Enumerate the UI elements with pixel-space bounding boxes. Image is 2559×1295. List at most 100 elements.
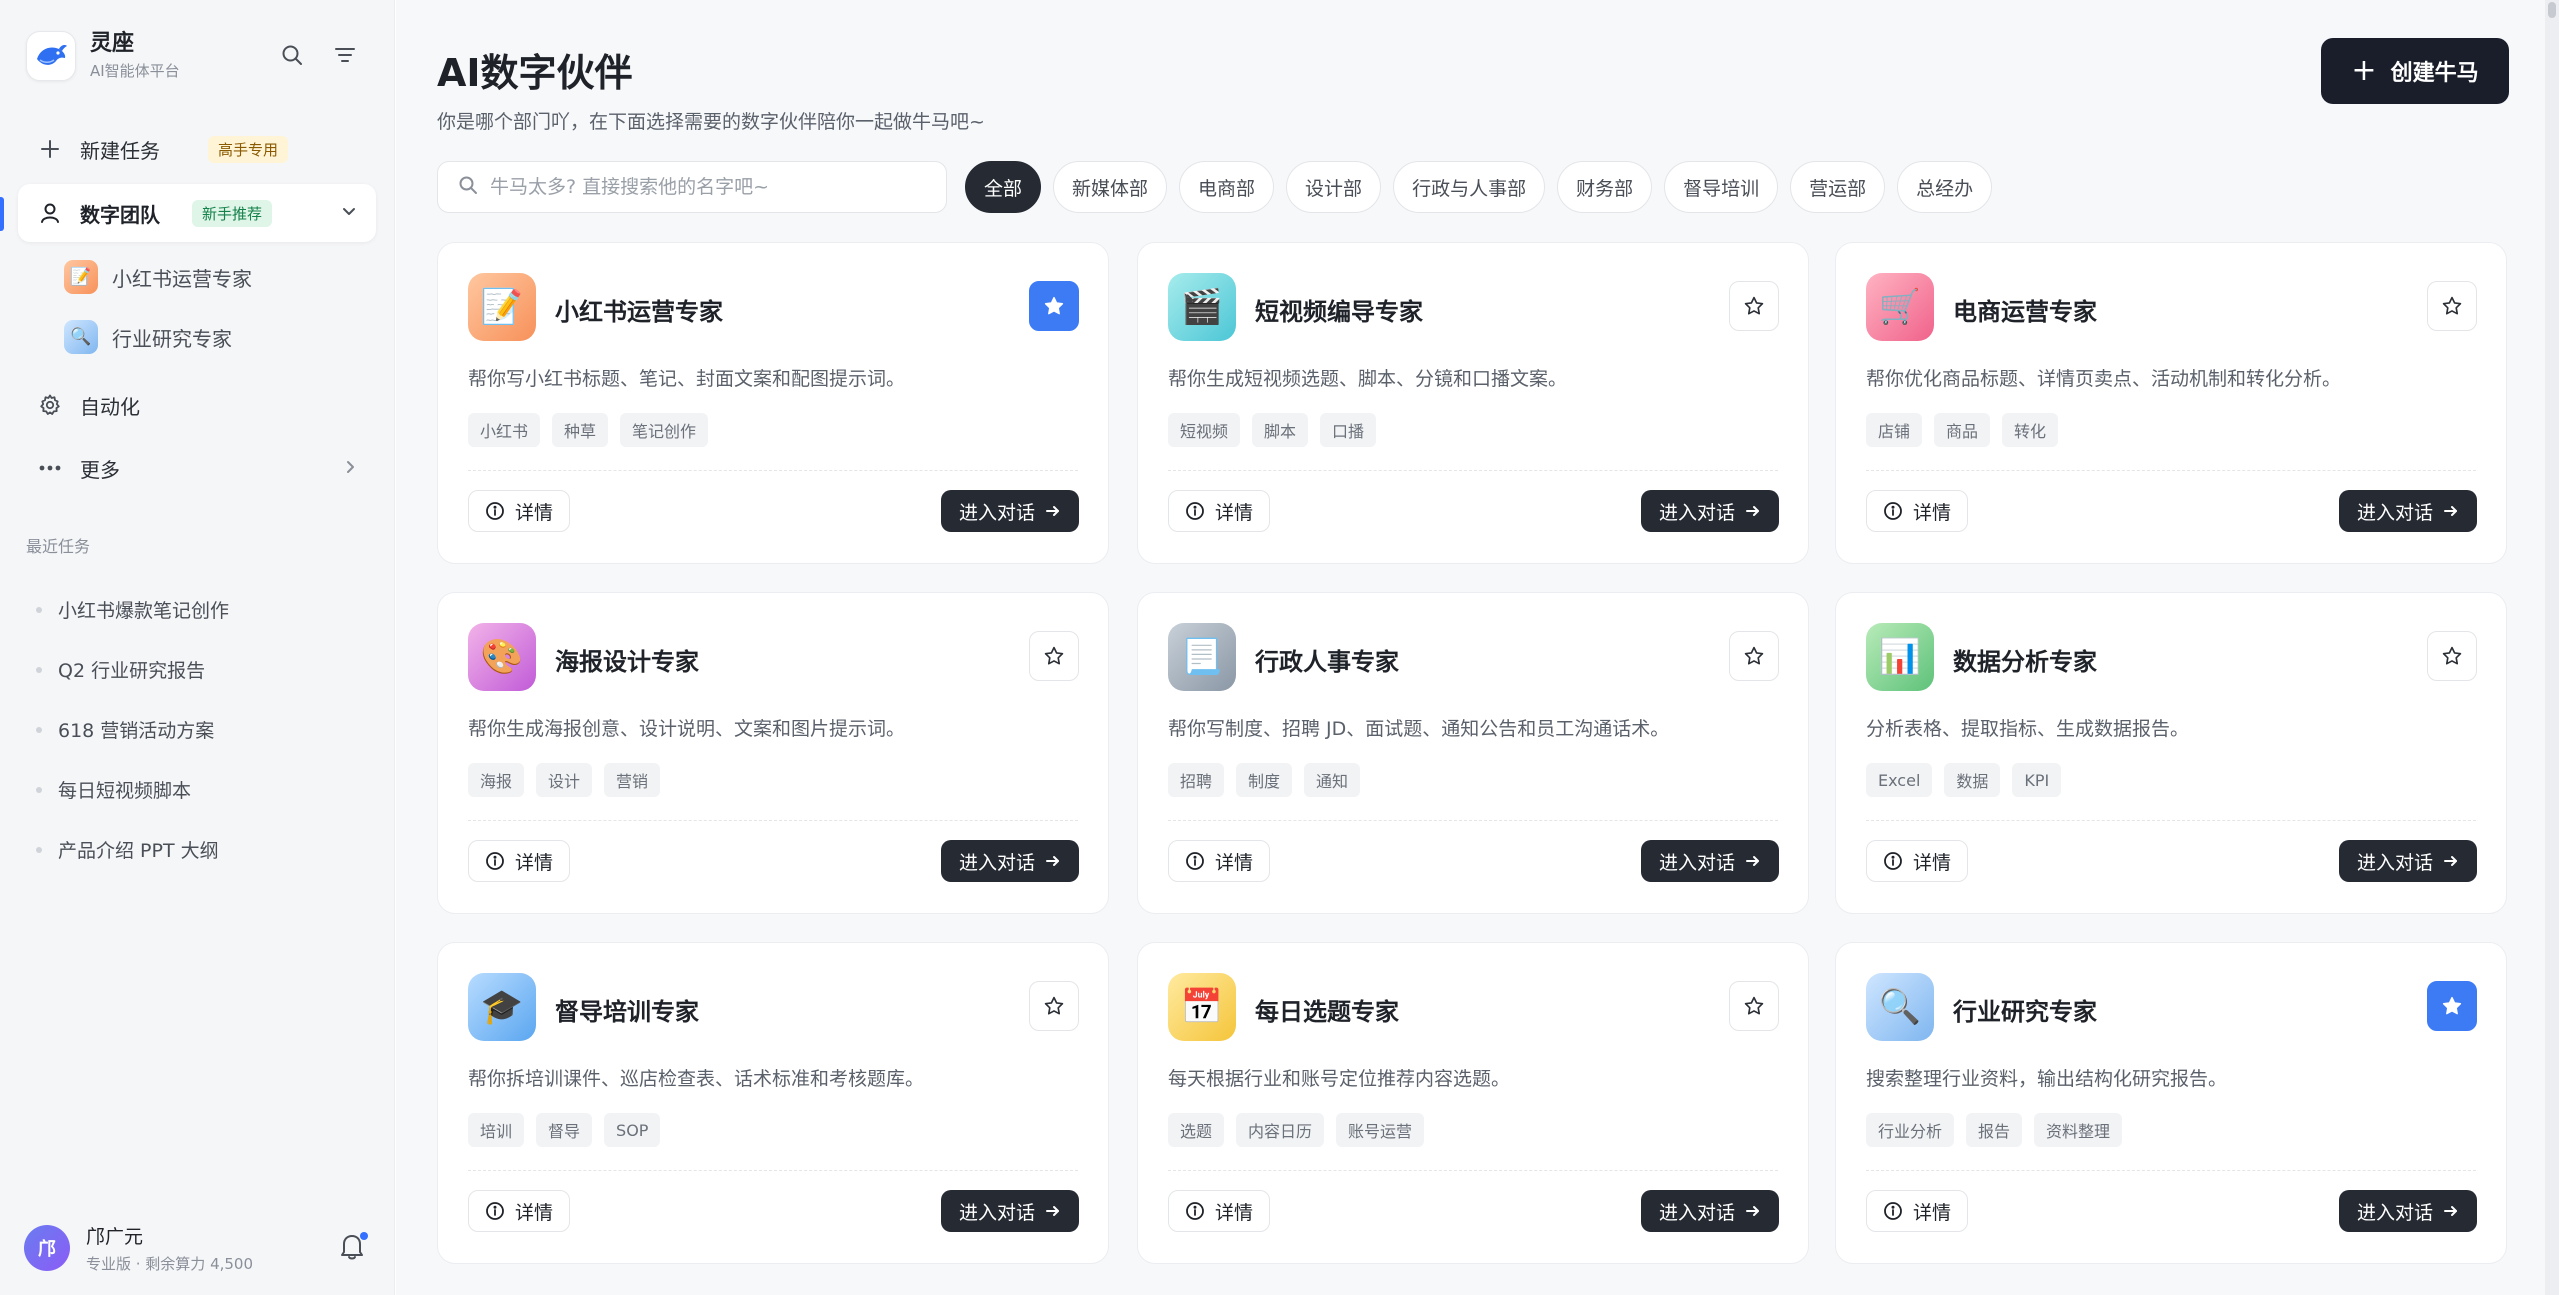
sidebar: 灵座 AI智能体平台 新建任务 高手专用 数字团队 新手推荐 📝 小红书运营专家…	[0, 0, 395, 1295]
star-icon[interactable]	[1729, 631, 1779, 681]
agent-tag: 通知	[1304, 763, 1361, 797]
enter-chat-label: 进入对话	[1658, 851, 1735, 874]
filter-chip[interactable]: 财务部	[1557, 161, 1653, 213]
arrow-right-icon	[2443, 853, 2459, 869]
search-input[interactable]	[490, 176, 930, 198]
agent-card[interactable]: 🔍 行业研究专家 搜索整理行业资料，输出结构化研究报告。 行业分析 报告 资料整理 …	[1835, 942, 2507, 1264]
scrollbar-thumb[interactable]	[2548, 2, 2556, 18]
agent-card[interactable]: 📊 数据分析专家 分析表格、提取指标、生成数据报告。 Excel 数据 KPI 详情…	[1835, 592, 2507, 914]
plus-icon: +	[2351, 53, 2377, 88]
agent-card[interactable]: 📅 每日选题专家 每天根据行业和账号定位推荐内容选题。 选题 内容日历 账号运营 详…	[1137, 942, 1809, 1264]
recent-task-item[interactable]: Q2 行业研究报告	[36, 656, 205, 683]
enter-chat-button[interactable]: 进入对话	[1641, 1190, 1779, 1232]
filter-chip[interactable]: 电商部	[1179, 161, 1275, 213]
agent-card[interactable]: 🎓 督导培训专家 帮你拆培训课件、巡店检查表、话术标准和考核题库。 培训 督导 SO…	[437, 942, 1109, 1264]
chevron-down-icon[interactable]	[340, 202, 358, 224]
enter-chat-button[interactable]: 进入对话	[941, 840, 1079, 882]
recent-task-item[interactable]: 产品介绍 PPT 大纲	[36, 836, 219, 863]
active-indicator	[0, 197, 4, 231]
star-icon[interactable]	[1029, 981, 1079, 1031]
create-button-label: 创建牛马	[2390, 61, 2479, 86]
detail-button[interactable]: 详情	[1168, 490, 1270, 532]
filter-icon[interactable]	[330, 40, 360, 70]
filter-chip[interactable]: 新媒体部	[1053, 161, 1168, 213]
nav-new-task[interactable]: 新建任务 高手专用	[18, 120, 376, 178]
star-icon[interactable]	[1029, 281, 1079, 331]
nav-label: 自动化	[80, 394, 140, 419]
detail-button[interactable]: 详情	[468, 490, 570, 532]
detail-button[interactable]: 详情	[1866, 1190, 1968, 1232]
agent-card[interactable]: 📝 小红书运营专家 帮你写小红书标题、笔记、封面文案和配图提示词。 小红书 种草笔…	[437, 242, 1109, 564]
agent-card[interactable]: 🎨 海报设计专家 帮你生成海报创意、设计说明、文案和图片提示词。 海报 设计 营销 …	[437, 592, 1109, 914]
enter-chat-button[interactable]: 进入对话	[1641, 490, 1779, 532]
filter-chip[interactable]: 总经办	[1897, 161, 1993, 213]
enter-chat-button[interactable]: 进入对话	[1641, 840, 1779, 882]
agent-description: 分析表格、提取指标、生成数据报告。	[1866, 718, 2190, 740]
info-icon	[1185, 851, 1205, 871]
agent-tags: 海报 设计 营销	[468, 763, 672, 797]
recent-task-item[interactable]: 每日短视频脚本	[36, 776, 191, 803]
star-icon[interactable]	[2427, 281, 2477, 331]
agent-description: 每天根据行业和账号定位推荐内容选题。	[1168, 1068, 1511, 1090]
bullet-dot	[36, 606, 42, 613]
recent-task-item[interactable]: 618 营销活动方案	[36, 716, 214, 743]
agent-description: 帮你写小红书标题、笔记、封面文案和配图提示词。	[468, 368, 906, 390]
sidebar-item-industry-research[interactable]: 🔍 行业研究专家	[64, 317, 232, 357]
nav-automation[interactable]: 自动化	[18, 376, 376, 434]
divider	[1866, 820, 2476, 821]
star-icon[interactable]	[2427, 631, 2477, 681]
enter-chat-button[interactable]: 进入对话	[2339, 840, 2477, 882]
agent-tag: 店铺	[1866, 413, 1923, 447]
detail-label: 详情	[514, 851, 553, 874]
filter-chip[interactable]: 全部	[965, 161, 1042, 213]
detail-button[interactable]: 详情	[468, 1190, 570, 1232]
detail-label: 详情	[514, 1201, 553, 1224]
detail-button[interactable]: 详情	[468, 840, 570, 882]
star-icon[interactable]	[1729, 281, 1779, 331]
brand-logo-icon	[26, 30, 76, 81]
filter-chip[interactable]: 行政与人事部	[1393, 161, 1546, 213]
search-box[interactable]	[437, 161, 947, 213]
enter-chat-label: 进入对话	[1658, 1201, 1735, 1224]
sidebar-item-xiaohongshu[interactable]: 📝 小红书运营专家	[64, 257, 252, 297]
arrow-right-icon	[2443, 1203, 2459, 1219]
scrollbar[interactable]	[2545, 0, 2559, 1295]
recent-task-item[interactable]: 小红书爆款笔记创作	[36, 596, 229, 623]
arrow-right-icon	[1045, 1203, 1061, 1219]
filter-chip[interactable]: 营运部	[1790, 161, 1886, 213]
agent-tag: 小红书	[468, 413, 541, 447]
more-dots-icon	[36, 454, 64, 482]
agent-card[interactable]: 🎬 短视频编导专家 帮你生成短视频选题、脚本、分镜和口播文案。 短视频 脚本 口播 …	[1137, 242, 1809, 564]
agent-tags: 小红书 种草 笔记创作	[468, 413, 720, 447]
enter-chat-button[interactable]: 进入对话	[941, 1190, 1079, 1232]
enter-chat-button[interactable]: 进入对话	[941, 490, 1079, 532]
star-icon[interactable]	[2427, 981, 2477, 1031]
page-subtitle: 你是哪个部门吖，在下面选择需要的数字伙伴陪你一起做牛马吧~	[437, 111, 985, 133]
search-icon	[458, 175, 478, 199]
detail-button[interactable]: 详情	[1168, 840, 1270, 882]
star-icon[interactable]	[1729, 981, 1779, 1031]
detail-button[interactable]: 详情	[1866, 840, 1968, 882]
agent-tag: 内容日历	[1236, 1113, 1325, 1147]
brand[interactable]: 灵座 AI智能体平台	[26, 30, 180, 81]
nav-more[interactable]: 更多	[18, 439, 376, 497]
filter-chip[interactable]: 设计部	[1286, 161, 1382, 213]
search-icon[interactable]	[277, 40, 307, 70]
user-profile[interactable]: 邝 邝广元 专业版 · 剩余算力 4,500	[24, 1222, 253, 1274]
nav-digital-team[interactable]: 数字团队 新手推荐	[18, 184, 376, 242]
arrow-right-icon	[1045, 503, 1061, 519]
magnifier-icon: 🔍	[1866, 973, 1934, 1041]
create-agent-button[interactable]: + 创建牛马	[2321, 38, 2509, 104]
agent-tag: 商品	[1934, 413, 1991, 447]
star-icon[interactable]	[1029, 631, 1079, 681]
enter-chat-button[interactable]: 进入对话	[2339, 1190, 2477, 1232]
filter-chip[interactable]: 督导培训	[1664, 161, 1779, 213]
agent-card[interactable]: 📃 行政人事专家 帮你写制度、招聘 JD、面试题、通知公告和员工沟通话术。 招聘…	[1137, 592, 1809, 914]
detail-button[interactable]: 详情	[1866, 490, 1968, 532]
enter-chat-button[interactable]: 进入对话	[2339, 490, 2477, 532]
bell-icon[interactable]	[338, 1231, 370, 1263]
agent-card[interactable]: 🛒 电商运营专家 帮你优化商品标题、详情页卖点、活动机制和转化分析。 店铺 商品转…	[1835, 242, 2507, 564]
detail-button[interactable]: 详情	[1168, 1190, 1270, 1232]
memo-icon: 📝	[468, 273, 536, 341]
user-plan: 专业版 · 剩余算力 4,500	[86, 1255, 254, 1273]
